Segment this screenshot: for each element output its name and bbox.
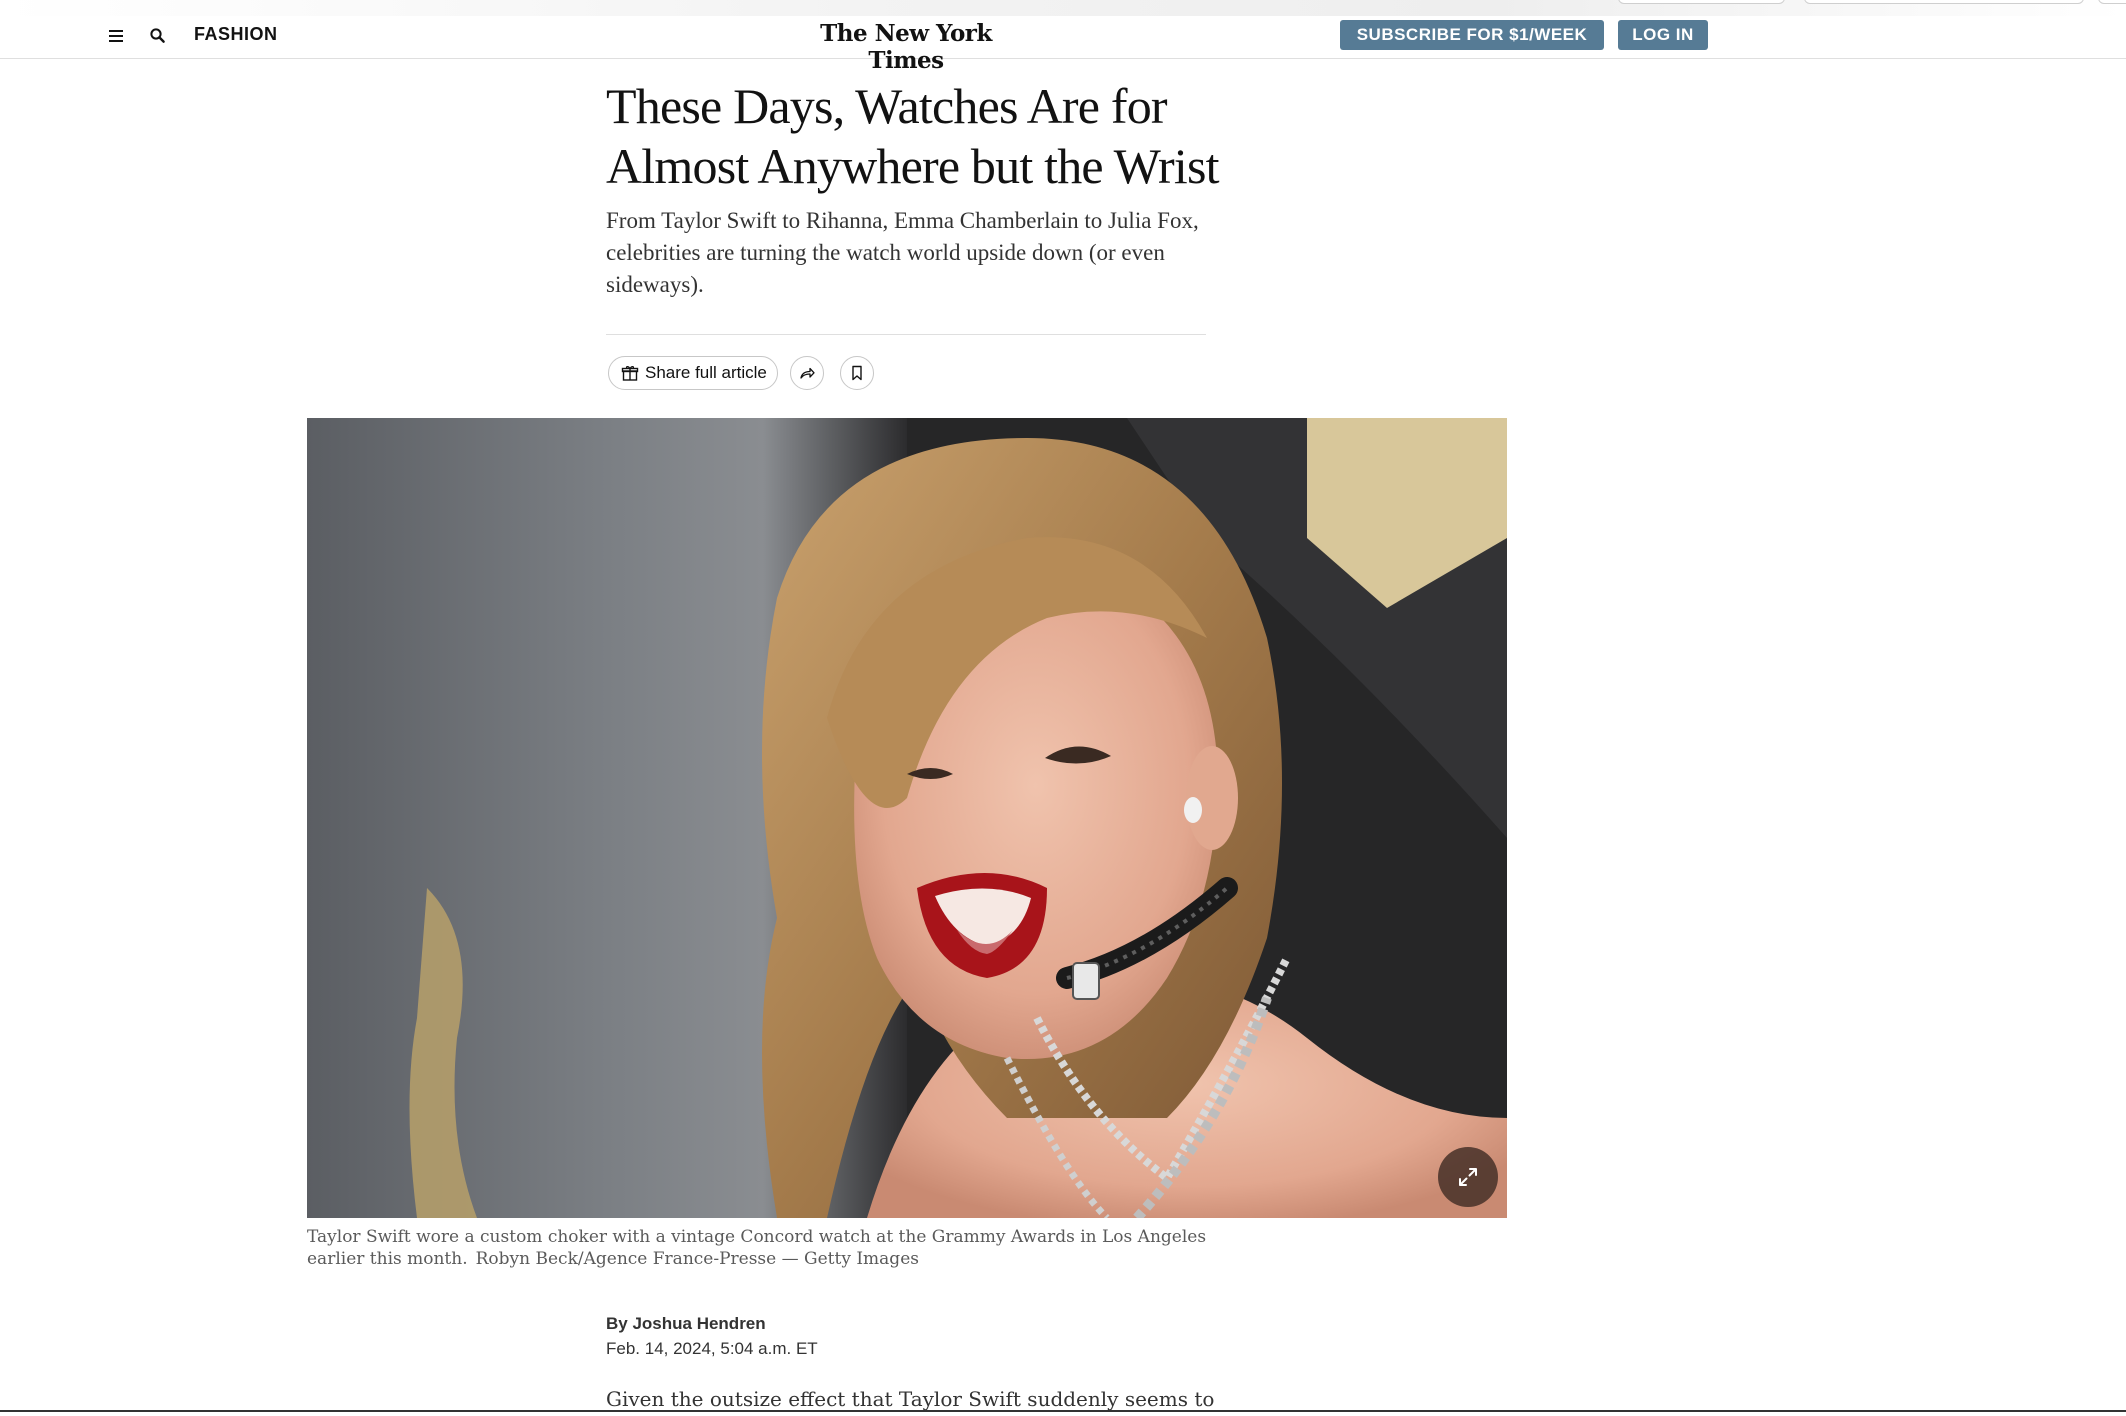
top-chip bbox=[2098, 0, 2126, 4]
masthead: FASHION The New York Times SUBSCRIBE FOR… bbox=[0, 16, 2126, 74]
login-button[interactable]: LOG IN bbox=[1618, 20, 1708, 50]
article-headline: These Days, Watches Are for Almost Anywh… bbox=[606, 78, 1220, 194]
nyt-logo[interactable]: The New York Times bbox=[806, 20, 1006, 74]
share-full-article-button[interactable]: Share full article bbox=[608, 356, 778, 390]
divider bbox=[606, 334, 1206, 335]
window-bottom-fill bbox=[0, 1412, 2126, 1416]
top-chip bbox=[1804, 0, 2084, 4]
photo-credit: Robyn Beck/Agence France-Presse — Getty … bbox=[475, 1249, 919, 1269]
expand-icon bbox=[1459, 1168, 1477, 1186]
gift-icon bbox=[621, 365, 639, 381]
share-arrow-icon bbox=[800, 367, 815, 379]
hamburger-menu-icon[interactable] bbox=[106, 26, 126, 46]
subscribe-button[interactable]: SUBSCRIBE FOR $1/WEEK bbox=[1340, 20, 1604, 50]
photo-illustration bbox=[307, 418, 1507, 1218]
save-button[interactable] bbox=[840, 356, 874, 390]
section-link[interactable]: FASHION bbox=[194, 24, 278, 45]
search-icon[interactable] bbox=[148, 26, 168, 46]
image-caption: Taylor Swift wore a custom choker with a… bbox=[307, 1226, 1227, 1270]
top-chip bbox=[1618, 0, 1785, 4]
bookmark-icon bbox=[852, 365, 862, 381]
hero-photo bbox=[307, 418, 1507, 1218]
article-summary: From Taylor Swift to Rihanna, Emma Chamb… bbox=[606, 208, 1199, 297]
byline[interactable]: By Joshua Hendren bbox=[606, 1314, 766, 1334]
page: FASHION The New York Times SUBSCRIBE FOR… bbox=[0, 0, 2126, 1416]
share-full-article-label: Share full article bbox=[645, 363, 767, 382]
publish-date: Feb. 14, 2024, 5:04 a.m. ET bbox=[606, 1339, 818, 1358]
share-button[interactable] bbox=[790, 356, 824, 390]
expand-image-button[interactable] bbox=[1438, 1147, 1498, 1207]
